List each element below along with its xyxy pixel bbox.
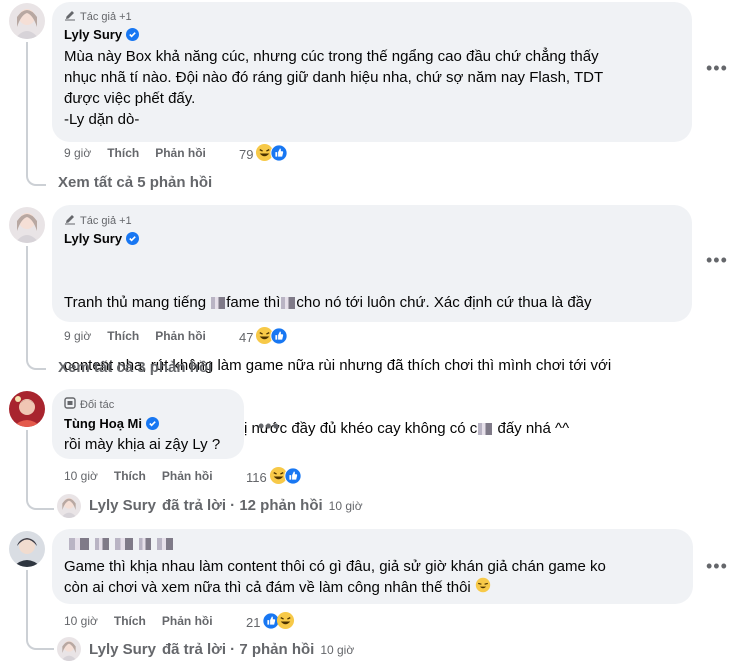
censored-sticker bbox=[139, 538, 151, 550]
like-button[interactable]: Thích bbox=[114, 469, 146, 483]
author-name[interactable]: Tùng Hoạ Mi bbox=[64, 416, 159, 431]
censored-sticker bbox=[281, 297, 296, 310]
avatar[interactable] bbox=[9, 207, 45, 243]
comment-text: Mùa này Box khả năng cúc, nhưng cúc tron… bbox=[64, 48, 604, 128]
avatar[interactable] bbox=[9, 391, 45, 427]
censored-sticker bbox=[95, 538, 109, 550]
like-button[interactable]: Thích bbox=[107, 329, 139, 343]
more-options-button[interactable]: ••• bbox=[706, 250, 728, 271]
more-options-button[interactable]: ••• bbox=[706, 58, 728, 79]
partner-badge-label: Đối tác bbox=[80, 398, 115, 411]
like-reaction-icon bbox=[270, 143, 289, 165]
thread-curve bbox=[26, 346, 46, 370]
comment-text: Game thì khịa nhau làm content thôi có g… bbox=[64, 556, 694, 599]
view-all-replies-link[interactable]: Xem tất cả 5 phản hồi bbox=[58, 174, 212, 191]
reaction-count: 79 bbox=[239, 146, 254, 162]
view-all-replies-link[interactable]: Xem tất cả 3 phản hồi bbox=[58, 359, 212, 376]
author-badge-label: Tác giả +1 bbox=[80, 10, 132, 23]
pencil-icon bbox=[64, 213, 76, 228]
reaction-summary[interactable]: 116 bbox=[246, 466, 302, 488]
comment-text: rồi mày khịa ai zậy Ly ? bbox=[64, 436, 221, 453]
reply-avatar[interactable] bbox=[57, 494, 81, 518]
comment-meta: 10 giờ Thích Phản hồi bbox=[64, 469, 213, 483]
censored-sticker bbox=[115, 538, 133, 550]
reply-count[interactable]: đã trả lời · 12 phản hồi bbox=[162, 497, 323, 514]
comment-text-line-1: Tranh thủ mang tiếng fame thì cho nó tới … bbox=[64, 294, 592, 311]
censored-sticker bbox=[478, 423, 493, 436]
reaction-summary[interactable]: 21 bbox=[246, 611, 295, 633]
comment-time[interactable]: 9 giờ bbox=[64, 329, 91, 343]
reply-count[interactable]: đã trả lời · 7 phản hồi bbox=[162, 641, 314, 658]
thread-curve bbox=[26, 626, 54, 650]
thread-curve bbox=[26, 160, 46, 186]
comment-meta: 10 giờ Thích Phản hồi bbox=[64, 614, 213, 628]
avatar[interactable] bbox=[9, 3, 45, 39]
author-name[interactable]: Lyly Sury bbox=[64, 27, 140, 42]
reply-button[interactable]: Phản hồi bbox=[162, 614, 213, 628]
avatar[interactable] bbox=[9, 531, 45, 567]
reply-button[interactable]: Phản hồi bbox=[155, 146, 206, 160]
author-name-censored[interactable] bbox=[64, 538, 174, 550]
haha-reaction-icon bbox=[276, 611, 295, 633]
censored-sticker bbox=[157, 538, 173, 550]
partner-icon bbox=[64, 397, 76, 412]
author-badge: Tác giả +1 bbox=[64, 213, 132, 228]
comment-time[interactable]: 10 giờ bbox=[64, 469, 98, 483]
like-reaction-icon bbox=[284, 466, 302, 488]
comment-time[interactable]: 9 giờ bbox=[64, 146, 91, 160]
replies-summary-link[interactable]: Lyly Sury đã trả lời · 12 phản hồi 10 gi… bbox=[89, 497, 363, 514]
verified-badge-icon bbox=[146, 417, 159, 430]
thread-curve bbox=[26, 486, 54, 510]
verified-badge-icon bbox=[126, 28, 140, 41]
reply-author[interactable]: Lyly Sury bbox=[89, 641, 156, 658]
author-name-text[interactable]: Tùng Hoạ Mi bbox=[64, 416, 142, 431]
censored-sticker bbox=[211, 297, 226, 310]
author-badge-label: Tác giả +1 bbox=[80, 214, 132, 227]
reaction-count: 47 bbox=[239, 329, 254, 345]
censored-sticker bbox=[69, 538, 89, 550]
like-button[interactable]: Thích bbox=[107, 146, 139, 160]
reply-button[interactable]: Phản hồi bbox=[162, 469, 213, 483]
author-name-text[interactable]: Lyly Sury bbox=[64, 231, 122, 246]
pencil-icon bbox=[64, 9, 76, 24]
laughing-emoji-icon bbox=[475, 577, 491, 599]
reaction-summary[interactable]: 47 bbox=[239, 326, 289, 348]
like-reaction-icon bbox=[270, 326, 289, 348]
thread-line bbox=[26, 42, 28, 172]
comment-time[interactable]: 10 giờ bbox=[64, 614, 98, 628]
reply-time: 10 giờ bbox=[328, 498, 363, 513]
reply-avatar[interactable] bbox=[57, 637, 81, 661]
reaction-count: 21 bbox=[246, 614, 261, 630]
partner-badge: Đối tác bbox=[64, 397, 114, 412]
reaction-summary[interactable]: 79 bbox=[239, 143, 289, 165]
author-badge: Tác giả +1 bbox=[64, 9, 132, 24]
author-name[interactable]: Lyly Sury bbox=[64, 231, 140, 246]
reply-author[interactable]: Lyly Sury bbox=[89, 497, 156, 514]
more-options-button[interactable]: ••• bbox=[258, 416, 280, 437]
like-button[interactable]: Thích bbox=[114, 614, 146, 628]
comment-meta: 9 giờ Thích Phản hồi bbox=[64, 146, 206, 160]
author-name-text[interactable]: Lyly Sury bbox=[64, 27, 122, 42]
thread-line bbox=[26, 246, 28, 356]
replies-summary-link[interactable]: Lyly Sury đã trả lời · 7 phản hồi 10 giờ bbox=[89, 641, 354, 658]
reply-button[interactable]: Phản hồi bbox=[155, 329, 206, 343]
reply-time: 10 giờ bbox=[320, 642, 355, 657]
more-options-button[interactable]: ••• bbox=[706, 556, 728, 577]
reaction-count: 116 bbox=[246, 469, 267, 485]
verified-badge-icon bbox=[126, 232, 140, 245]
comment-meta: 9 giờ Thích Phản hồi bbox=[64, 329, 206, 343]
